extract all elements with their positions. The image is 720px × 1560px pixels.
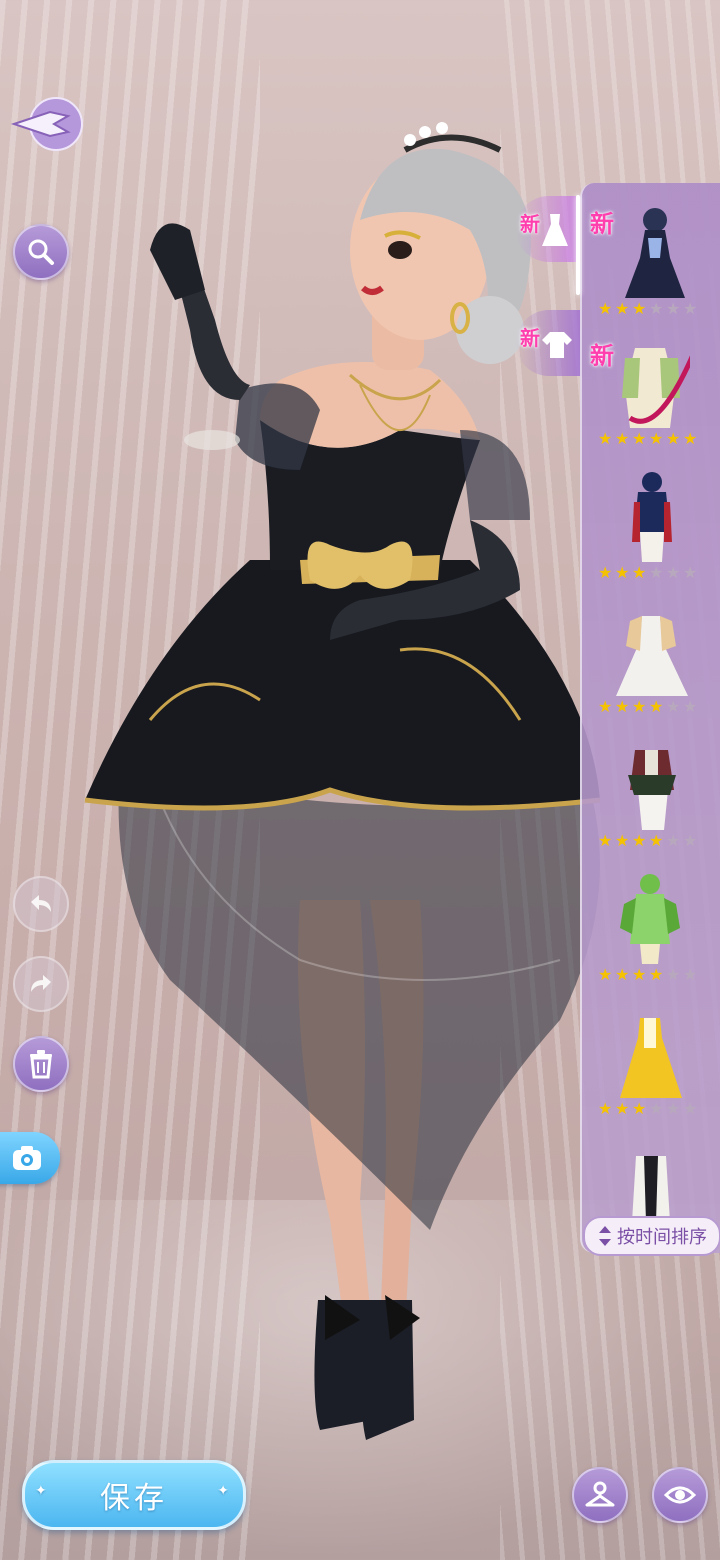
back-button[interactable]: [8, 94, 88, 154]
outfit-thumbnail: [620, 874, 680, 964]
hanger-icon: [585, 1481, 615, 1507]
rating-stars: ★ ★ ★ ★ ★ ★: [598, 697, 698, 716]
outfit-item[interactable]: 新 ★ ★ ★ ★ ★ ★: [590, 320, 710, 452]
save-button[interactable]: ✦ 保存 ✦: [22, 1460, 246, 1530]
wardrobe-button[interactable]: [572, 1467, 628, 1523]
outfit-item[interactable]: ★ ★ ★ ★ ★ ★: [590, 856, 710, 988]
tab-dress[interactable]: 新: [516, 196, 582, 262]
outfit-item[interactable]: ★ ★ ★ ★ ★ ★: [590, 990, 710, 1122]
rating-stars: ★ ★ ★ ★ ★ ★: [598, 563, 698, 582]
rating-stars: ★ ★ ★ ★ ★ ★: [598, 965, 698, 984]
rating-stars: ★ ★ ★ ★ ★ ★: [598, 831, 698, 850]
search-icon: [28, 239, 54, 265]
redo-icon: [31, 975, 51, 992]
camera-icon: [13, 1146, 41, 1170]
outfit-thumbnail: [620, 1018, 682, 1098]
shirt-icon: [542, 332, 572, 358]
rating-stars: ★ ★ ★ ★ ★ ★: [598, 299, 698, 318]
outfit-item[interactable]: ★ ★ ★ ★ ★ ★: [590, 722, 710, 854]
outfit-item[interactable]: 新 ★ ★ ★ ★ ★ ★: [590, 190, 710, 322]
sparkle-icon: ✦: [35, 1483, 51, 1499]
camera-button[interactable]: [0, 1132, 60, 1184]
sort-by-time-button[interactable]: 按时间排序: [583, 1216, 720, 1256]
eye-icon: [664, 1486, 696, 1504]
outfit-item[interactable]: ★ ★ ★ ★ ★ ★: [590, 588, 710, 720]
outfit-thumbnail: [625, 208, 685, 298]
back-arrow-icon: [10, 97, 83, 151]
outfit-thumbnail: [628, 750, 676, 830]
panel-scroll-indicator: [576, 195, 580, 295]
sort-arrows-icon: [599, 1226, 611, 1246]
save-label: 保存: [100, 1481, 168, 1516]
new-badge: 新: [520, 212, 540, 236]
tab-top[interactable]: 新: [516, 310, 582, 376]
rating-stars: ★ ★ ★ ★ ★ ★: [598, 1099, 698, 1118]
preview-button[interactable]: [652, 1467, 708, 1523]
delete-button[interactable]: [13, 1036, 69, 1092]
outfit-thumbnail: [616, 616, 688, 696]
rating-stars: ★ ★ ★ ★ ★ ★: [598, 429, 698, 448]
undo-button[interactable]: [13, 876, 69, 932]
undo-icon: [31, 895, 51, 912]
outfit-thumbnail: [632, 472, 672, 562]
sparkle-icon: ✦: [217, 1483, 233, 1499]
search-button[interactable]: [13, 224, 69, 280]
outfit-item[interactable]: ★ ★ ★ ★ ★ ★: [590, 454, 710, 586]
trash-icon: [30, 1050, 52, 1079]
new-badge: 新: [520, 326, 540, 350]
dress-icon: [542, 214, 568, 246]
outfit-thumbnail: [622, 348, 690, 428]
sort-label: 按时间排序: [617, 1227, 707, 1248]
redo-button[interactable]: [13, 956, 69, 1012]
